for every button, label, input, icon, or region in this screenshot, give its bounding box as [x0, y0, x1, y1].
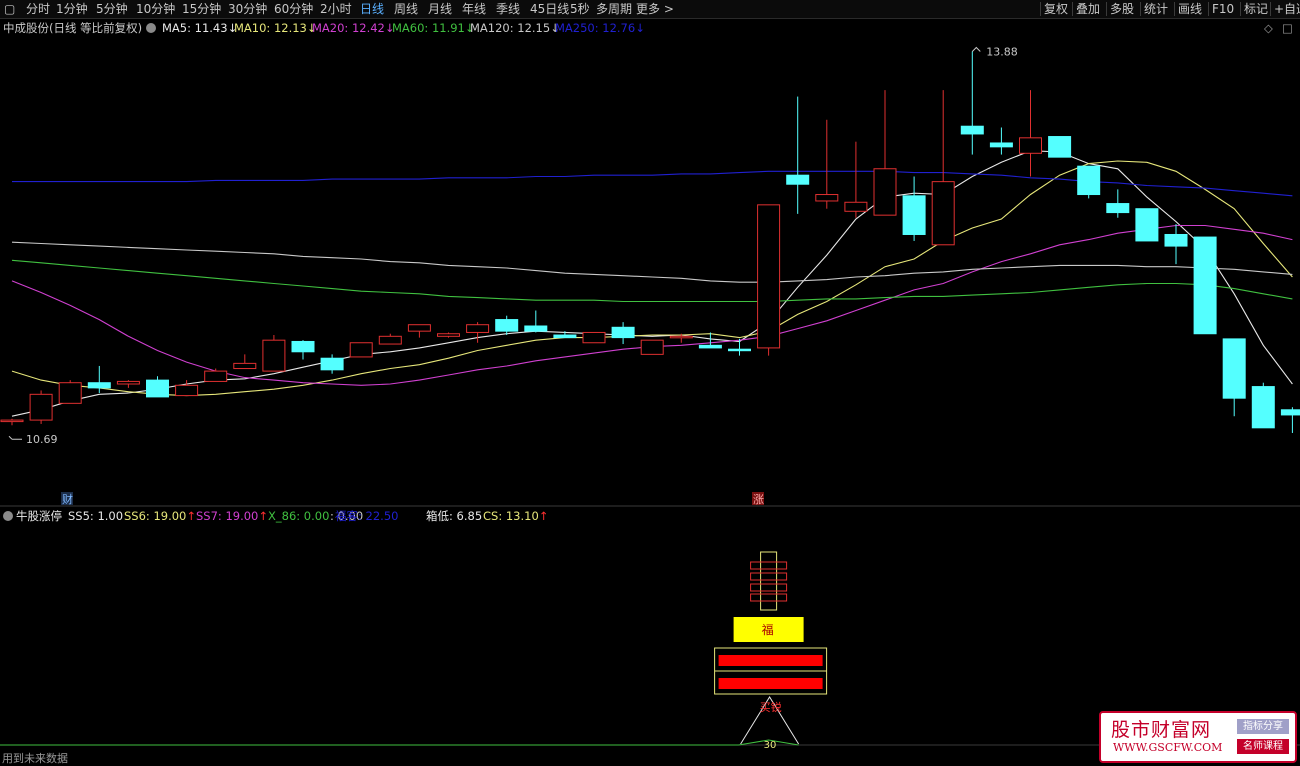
ma-line-ma20	[11, 224, 1293, 386]
buy-signal-label: 买锐	[760, 700, 782, 714]
candle-body	[1222, 338, 1246, 399]
watermark-title: 股市财富网	[1111, 719, 1212, 741]
signal-red-bar	[718, 678, 823, 689]
candle-body	[1077, 165, 1101, 196]
candle-body	[407, 324, 431, 332]
candle-body	[989, 142, 1013, 148]
signal-stack-bar	[750, 572, 788, 581]
status-text: 用到未来数据	[2, 752, 68, 765]
candle-body	[524, 325, 548, 332]
ma-line-ma60	[11, 259, 1293, 303]
candle-body	[698, 344, 722, 349]
candle-body	[291, 340, 315, 353]
candle-body	[611, 326, 635, 339]
candle-body	[1048, 136, 1072, 158]
candle-body	[204, 370, 228, 382]
ma-line-ma250	[12, 170, 1293, 197]
watermark-tag-course: 名师课程	[1237, 739, 1289, 754]
indicator-value-label: 30	[764, 740, 777, 751]
ma-line-ma10	[11, 160, 1293, 397]
candle-body	[233, 362, 257, 370]
candle-body	[844, 201, 868, 212]
candle-body	[757, 204, 781, 349]
indicator-baseline	[0, 739, 799, 746]
low-marker-icon	[8, 435, 22, 440]
candle-body	[640, 339, 664, 355]
candle-body	[378, 335, 402, 345]
candle-body	[1135, 208, 1159, 242]
high-marker-icon	[971, 46, 981, 52]
candle-body	[116, 380, 140, 385]
signal-stack-bar	[750, 561, 788, 570]
signal-fu-label: 福	[762, 622, 774, 637]
signal-stack-bar	[750, 583, 788, 592]
candle-body	[146, 379, 169, 398]
low-price-label: 10.69	[26, 433, 58, 446]
candle-body	[582, 331, 606, 344]
event-marker-cai: 财	[62, 492, 73, 506]
candle-body	[0, 419, 24, 423]
candle-body	[175, 384, 199, 397]
ma-line-ma120	[11, 241, 1293, 283]
candle-body	[873, 168, 897, 216]
event-marker-zhang: 涨	[753, 493, 764, 506]
candle-body	[786, 174, 810, 185]
candle-body	[1019, 137, 1042, 154]
candle-body	[728, 348, 751, 352]
candle-body	[466, 324, 490, 333]
candle-body	[320, 357, 344, 371]
candle-body	[960, 125, 984, 135]
candle-body	[29, 393, 53, 421]
candle-body	[87, 382, 111, 389]
candle-body	[902, 195, 926, 235]
ma-line-ma5	[11, 150, 1293, 417]
signal-red-bar	[718, 655, 823, 666]
candle-body	[1251, 386, 1275, 429]
candle-body	[1280, 409, 1300, 416]
candle-body	[437, 333, 460, 337]
candle-body	[1164, 233, 1188, 247]
candle-body	[495, 319, 519, 332]
candle-body	[262, 339, 286, 372]
watermark-url: WWW.GSCFW.COM	[1113, 741, 1223, 754]
watermark-tag-share: 指标分享	[1237, 719, 1289, 734]
candle-body	[669, 335, 693, 339]
candle-body	[553, 334, 577, 339]
candle-body	[349, 342, 373, 358]
candle-body	[1193, 236, 1217, 335]
candle-body	[815, 194, 839, 202]
high-price-label: 13.88	[986, 45, 1018, 58]
candle-body	[931, 181, 955, 246]
watermark-logo: 股市财富网 WWW.GSCFW.COM 指标分享 名师课程	[1099, 711, 1297, 763]
signal-stack-bar	[750, 593, 788, 602]
candle-body	[1106, 203, 1130, 214]
candlestick-chart[interactable]: 13.88 10.69 财 涨福买锐 30	[0, 0, 1300, 766]
candle-body	[58, 382, 82, 404]
